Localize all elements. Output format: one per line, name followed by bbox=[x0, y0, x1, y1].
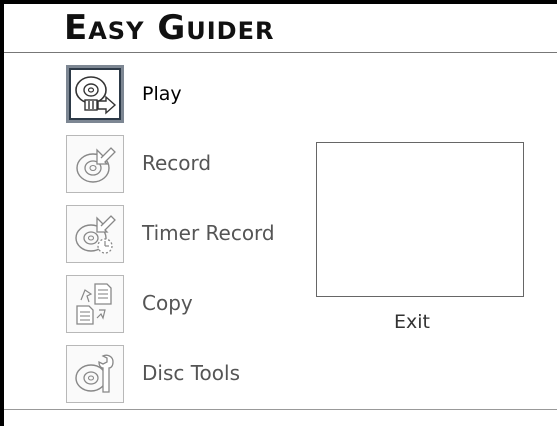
easy-guider-screen: EASY GUIDER Play Record Timer Record Cop… bbox=[4, 4, 557, 426]
preview-caption: Exit bbox=[394, 311, 430, 333]
menu-item-play[interactable]: Play bbox=[66, 65, 306, 125]
preview-window bbox=[316, 142, 524, 297]
disc-play-icon[interactable] bbox=[66, 65, 124, 123]
menu-label-play: Play bbox=[142, 83, 182, 105]
disc-timer-record-icon[interactable] bbox=[66, 205, 124, 263]
title-divider bbox=[4, 52, 557, 53]
menu-label-copy: Copy bbox=[142, 291, 193, 315]
menu-item-timer-record[interactable]: Timer Record bbox=[66, 205, 306, 265]
menu-item-copy[interactable]: Copy bbox=[66, 275, 306, 335]
menu-label-disc-tools: Disc Tools bbox=[142, 361, 240, 385]
footer-divider bbox=[4, 409, 557, 410]
disc-tools-icon[interactable] bbox=[66, 345, 124, 403]
disc-record-icon[interactable] bbox=[66, 135, 124, 193]
menu-item-disc-tools[interactable]: Disc Tools bbox=[66, 345, 306, 405]
menu-label-record: Record bbox=[142, 151, 212, 175]
menu-item-record[interactable]: Record bbox=[66, 135, 306, 195]
app-title: EASY GUIDER bbox=[64, 8, 275, 48]
copy-icon[interactable] bbox=[66, 275, 124, 333]
menu-label-timer-record: Timer Record bbox=[142, 221, 275, 245]
